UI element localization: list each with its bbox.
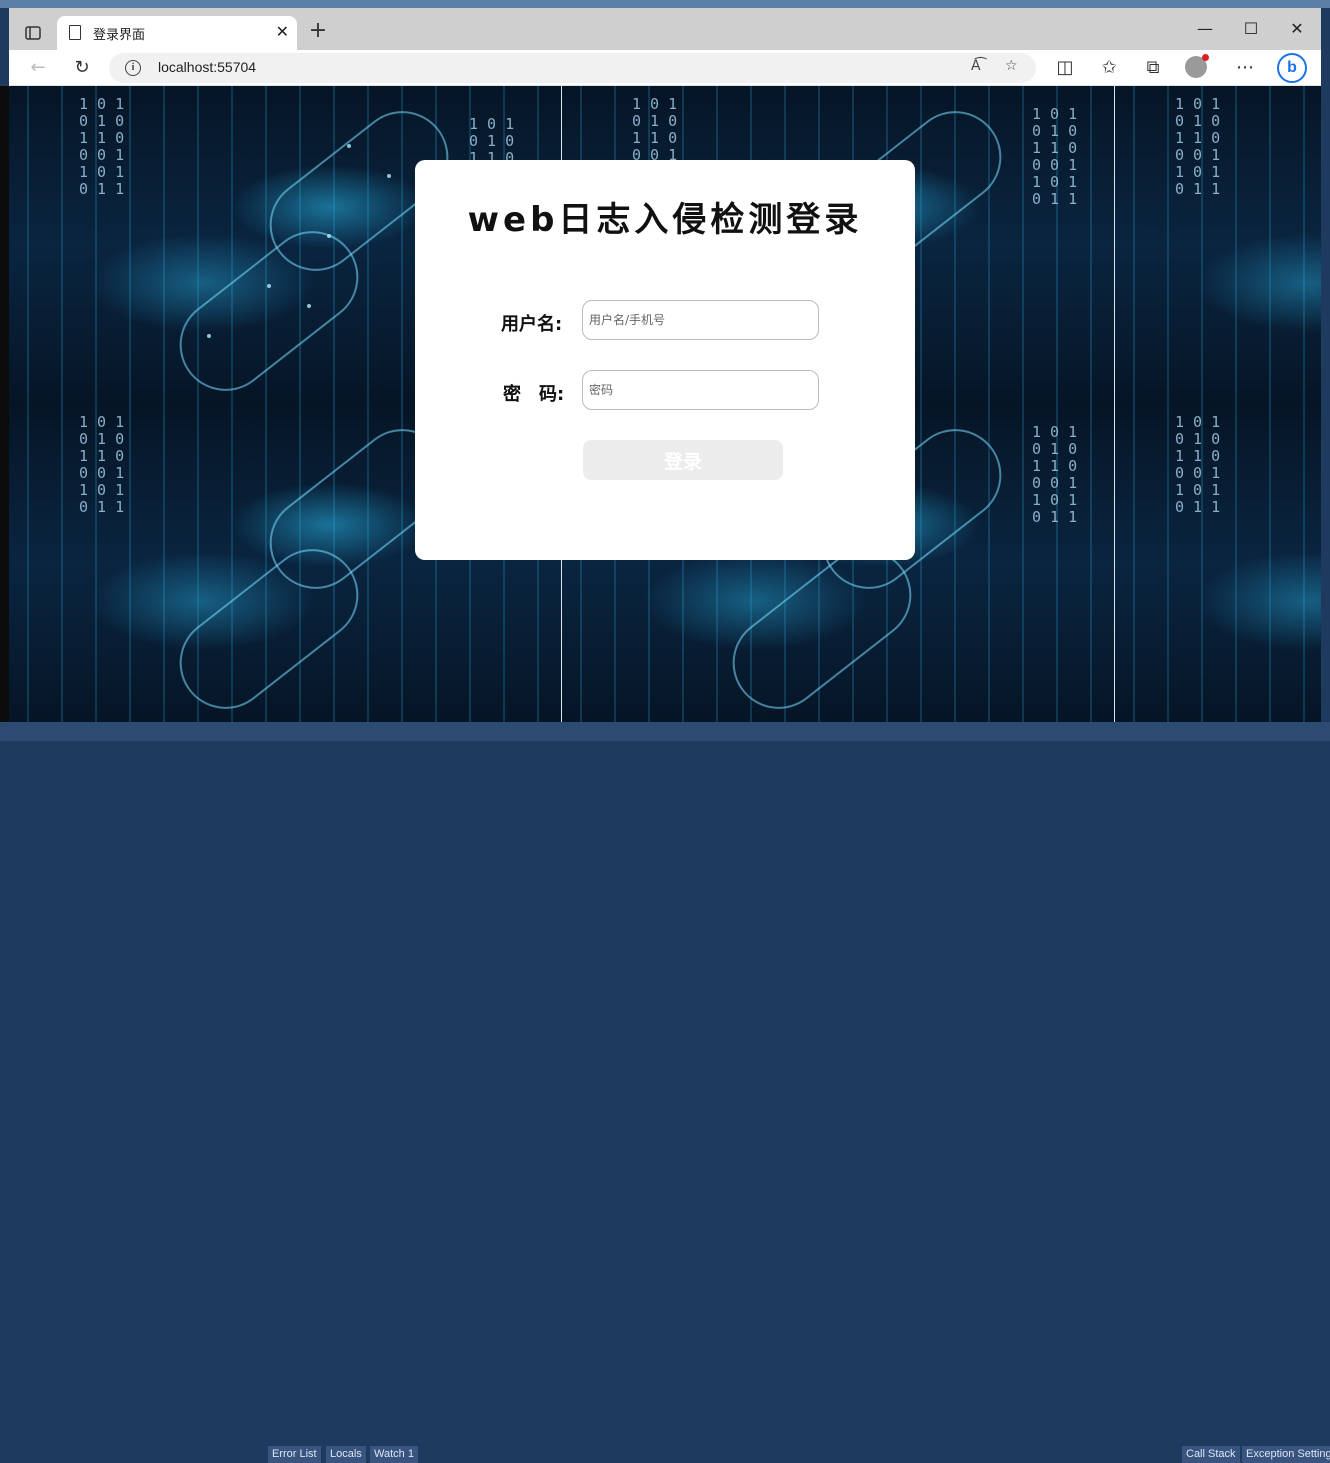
back-icon[interactable]: ← [23, 54, 53, 82]
new-tab-button[interactable]: + [304, 18, 332, 43]
password-input[interactable] [582, 370, 819, 410]
favorites-icon[interactable]: ✩ [1094, 54, 1124, 82]
login-title: web日志入侵检测登录 [467, 200, 863, 240]
desktop-background [0, 0, 1330, 8]
background-tile: 1 0 1 0 1 0 1 1 0 0 0 1 1 0 1 0 1 1 [1115, 404, 1321, 722]
locals-tab[interactable]: Locals [326, 1446, 366, 1463]
tab-title: 登录界面 [93, 27, 146, 42]
url-text[interactable]: localhost:55704 [158, 59, 256, 75]
address-bar[interactable]: i localhost:55704 A͡ ☆ [109, 53, 1036, 83]
username-input[interactable] [582, 300, 819, 340]
background-tile: 1 0 1 0 1 0 1 1 0 0 0 1 1 0 1 0 1 1 [1115, 86, 1321, 404]
login-button[interactable]: 登录 [583, 440, 783, 480]
minimize-button[interactable]: — [1182, 14, 1228, 44]
close-tab-icon[interactable]: ✕ [276, 22, 289, 41]
username-label: 用户名: [501, 314, 563, 335]
binary-rain-text: 1 0 1 0 1 0 1 1 0 0 0 1 1 0 1 0 1 1 [79, 413, 125, 516]
tab-actions-button[interactable] [19, 20, 47, 46]
more-menu-icon[interactable]: ⋯ [1230, 54, 1260, 82]
read-aloud-icon[interactable]: A͡ [971, 58, 981, 74]
active-tab[interactable]: 登录界面 ✕ [57, 16, 297, 50]
bing-copilot-icon[interactable]: b [1277, 53, 1307, 83]
call-stack-tab[interactable]: Call Stack [1182, 1446, 1240, 1463]
browser-window: 登录界面 ✕ + — ☐ ✕ ← ↻ i localhost:55704 A͡ … [9, 8, 1321, 722]
binary-rain-text: 1 0 1 0 1 0 1 1 0 0 0 1 1 0 1 0 1 1 [1032, 105, 1078, 208]
watch-tab[interactable]: Watch 1 [370, 1446, 418, 1463]
error-list-tab[interactable]: Error List [268, 1446, 321, 1463]
login-card: web日志入侵检测登录 用户名: 密 码: 登录 [415, 160, 915, 560]
binary-rain-text: 1 0 1 0 1 0 1 1 0 0 0 1 1 0 1 0 1 1 [1175, 95, 1221, 198]
site-info-icon[interactable]: i [125, 60, 141, 76]
tab-strip: 登录界面 ✕ + — ☐ ✕ [9, 8, 1321, 50]
page-content: 1 0 1 0 1 0 1 1 0 0 0 1 1 0 1 0 1 1 1 0 … [9, 86, 1321, 722]
add-favorite-icon[interactable]: ☆ [1005, 58, 1018, 74]
binary-rain-text: 1 0 1 0 1 0 1 1 0 0 0 1 1 0 1 0 1 1 [79, 95, 125, 198]
page-icon [69, 25, 81, 40]
split-screen-icon[interactable]: ◫ [1050, 54, 1080, 82]
exception-settings-tab[interactable]: Exception Settings [1242, 1446, 1330, 1463]
refresh-icon[interactable]: ↻ [67, 54, 97, 82]
password-label: 密 码: [503, 384, 565, 405]
maximize-button[interactable]: ☐ [1228, 14, 1274, 44]
browser-toolbar: ← ↻ i localhost:55704 A͡ ☆ ◫ ✩ ⧉ ⋯ b [9, 50, 1321, 86]
binary-rain-text: 1 0 1 0 1 0 1 1 0 0 0 1 1 0 1 0 1 1 [1175, 413, 1221, 516]
collections-icon[interactable]: ⧉ [1138, 54, 1168, 82]
console-window-edge [0, 86, 9, 741]
tab-actions-icon [25, 26, 41, 40]
notification-dot [1202, 54, 1209, 61]
close-window-button[interactable]: ✕ [1274, 14, 1320, 44]
binary-rain-text: 1 0 1 0 1 0 1 1 0 0 0 1 1 0 1 0 1 1 [1032, 423, 1078, 526]
profile-avatar[interactable] [1185, 54, 1209, 78]
ide-panel-strip: Error List Locals Watch 1 Call Stack Exc… [0, 722, 1330, 1463]
